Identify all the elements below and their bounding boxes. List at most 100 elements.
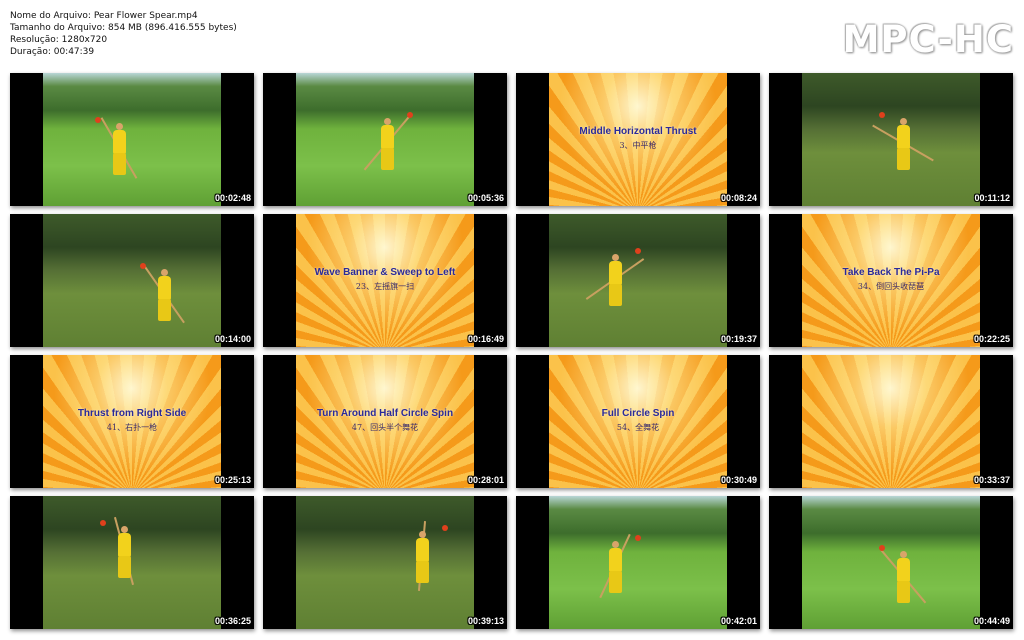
thumbnail-frame: Turn Around Half Circle Spin 47、回头半个舞花 [296, 355, 474, 488]
spear-tassel [442, 525, 448, 531]
performer-body [897, 125, 910, 149]
performer-head [419, 531, 426, 538]
performer-legs [897, 148, 910, 170]
performer-legs [897, 581, 910, 603]
video-thumbnail[interactable]: 00:42:01 [516, 496, 760, 629]
movement-subtitle: 41、右扑一枪 [106, 423, 158, 432]
spear-tassel [635, 535, 641, 541]
thumbnail-frame [296, 73, 474, 206]
timestamp-label: 00:44:49 [973, 616, 1010, 626]
performer-legs [158, 299, 171, 321]
performer-body [609, 548, 622, 572]
spear-tassel [879, 112, 885, 118]
thumbnail-frame [549, 214, 727, 347]
timestamp-label: 00:33:37 [973, 475, 1010, 485]
thumbnail-frame: Wave Banner & Sweep to Left 23、左摇旗一扫 [296, 214, 474, 347]
performer-head [116, 123, 123, 130]
movement-subtitle: 23、左摇旗一扫 [355, 282, 415, 291]
performer-body [158, 276, 171, 300]
video-thumbnail[interactable]: Wave Banner & Sweep to Left 23、左摇旗一扫 00:16… [263, 214, 507, 347]
thumbnail-frame [802, 355, 980, 488]
movement-title: Wave Banner & Sweep to Left [314, 267, 456, 278]
movement-title: Middle Horizontal Thrust [579, 126, 697, 137]
timestamp-label: 00:02:48 [214, 193, 251, 203]
file-info: Nome do Arquivo: Pear Flower Spear.mp4 T… [10, 10, 237, 58]
timestamp-label: 00:22:25 [973, 334, 1010, 344]
timestamp-label: 00:08:24 [720, 193, 757, 203]
timestamp-label: 00:16:49 [467, 334, 504, 344]
performer-legs [118, 556, 131, 578]
thumbnail-frame [296, 496, 474, 629]
performer-body [897, 558, 910, 582]
timestamp-label: 00:25:13 [214, 475, 251, 485]
video-thumbnail[interactable]: 00:14:00 [10, 214, 254, 347]
movement-title: Turn Around Half Circle Spin [316, 408, 454, 419]
thumbnail-frame [802, 73, 980, 206]
timestamp-label: 00:39:13 [467, 616, 504, 626]
video-thumbnail[interactable]: 00:19:37 [516, 214, 760, 347]
spear-tassel [879, 545, 885, 551]
video-thumbnail[interactable]: 00:02:48 [10, 73, 254, 206]
video-thumbnail[interactable]: Take Back The Pi-Pa 34、倒回头收琵琶 00:22:25 [769, 214, 1013, 347]
spear-tassel [140, 263, 146, 269]
performer-legs [609, 284, 622, 306]
movement-subtitle: 34、倒回头收琵琶 [857, 282, 925, 291]
performer-head [121, 526, 128, 533]
video-thumbnail[interactable]: 00:36:25 [10, 496, 254, 629]
movement-title: Thrust from Right Side [77, 408, 187, 419]
thumbnail-frame [549, 496, 727, 629]
video-thumbnail[interactable]: 00:33:37 [769, 355, 1013, 488]
timestamp-label: 00:42:01 [720, 616, 757, 626]
timestamp-label: 00:36:25 [214, 616, 251, 626]
thumbnail-frame: Thrust from Right Side 41、右扑一枪 [43, 355, 221, 488]
spear-tassel [100, 520, 106, 526]
thumbnail-frame: Take Back The Pi-Pa 34、倒回头收琵琶 [802, 214, 980, 347]
timestamp-label: 00:05:36 [467, 193, 504, 203]
video-thumbnail[interactable]: Full Circle Spin 54、全舞花 00:30:49 [516, 355, 760, 488]
movement-title: Full Circle Spin [601, 408, 675, 419]
video-thumbnail[interactable]: Thrust from Right Side 41、右扑一枪 00:25:13 [10, 355, 254, 488]
timestamp-label: 00:19:37 [720, 334, 757, 344]
performer-head [900, 118, 907, 125]
spear-tassel [407, 112, 413, 118]
spear-tassel [635, 248, 641, 254]
thumbnail-frame [43, 73, 221, 206]
thumbnail-frame [43, 214, 221, 347]
timestamp-label: 00:30:49 [720, 475, 757, 485]
video-thumbnail[interactable]: Middle Horizontal Thrust 3、中平枪 00:08:24 [516, 73, 760, 206]
performer-body [118, 533, 131, 557]
resolution-label: Resolução: 1280x720 [10, 35, 108, 45]
video-thumbnail[interactable]: 00:39:13 [263, 496, 507, 629]
performer-legs [113, 153, 126, 175]
performer-legs [381, 148, 394, 170]
performer-head [612, 254, 619, 261]
spear-tassel [95, 117, 101, 123]
duration-label: Duração: 00:47:39 [10, 47, 95, 57]
thumbnail-frame [802, 496, 980, 629]
performer-head [612, 541, 619, 548]
movement-subtitle: 3、中平枪 [619, 141, 657, 150]
thumbnail-frame [43, 496, 221, 629]
timestamp-label: 00:28:01 [467, 475, 504, 485]
thumbnail-frame: Full Circle Spin 54、全舞花 [549, 355, 727, 488]
performer-head [161, 269, 168, 276]
performer-body [113, 130, 126, 154]
video-thumbnail[interactable]: 00:11:12 [769, 73, 1013, 206]
video-thumbnail[interactable]: 00:05:36 [263, 73, 507, 206]
thumbnail-frame: Middle Horizontal Thrust 3、中平枪 [549, 73, 727, 206]
movement-subtitle: 47、回头半个舞花 [351, 423, 419, 432]
mpc-hc-logo: MPC-HC [842, 18, 1014, 61]
timestamp-label: 00:14:00 [214, 334, 251, 344]
performer-body [416, 538, 429, 562]
performer-legs [609, 571, 622, 593]
file-size-label: Tamanho do Arquivo: 854 MB (896.416.555 … [10, 23, 237, 33]
movement-title: Take Back The Pi-Pa [842, 267, 940, 278]
performer-head [384, 118, 391, 125]
performer-legs [416, 561, 429, 583]
performer-body [381, 125, 394, 149]
video-thumbnail[interactable]: Turn Around Half Circle Spin 47、回头半个舞花 00:… [263, 355, 507, 488]
performer-body [609, 261, 622, 285]
timestamp-label: 00:11:12 [974, 193, 1010, 203]
file-name-label: Nome do Arquivo: Pear Flower Spear.mp4 [10, 11, 198, 21]
video-thumbnail[interactable]: 00:44:49 [769, 496, 1013, 629]
